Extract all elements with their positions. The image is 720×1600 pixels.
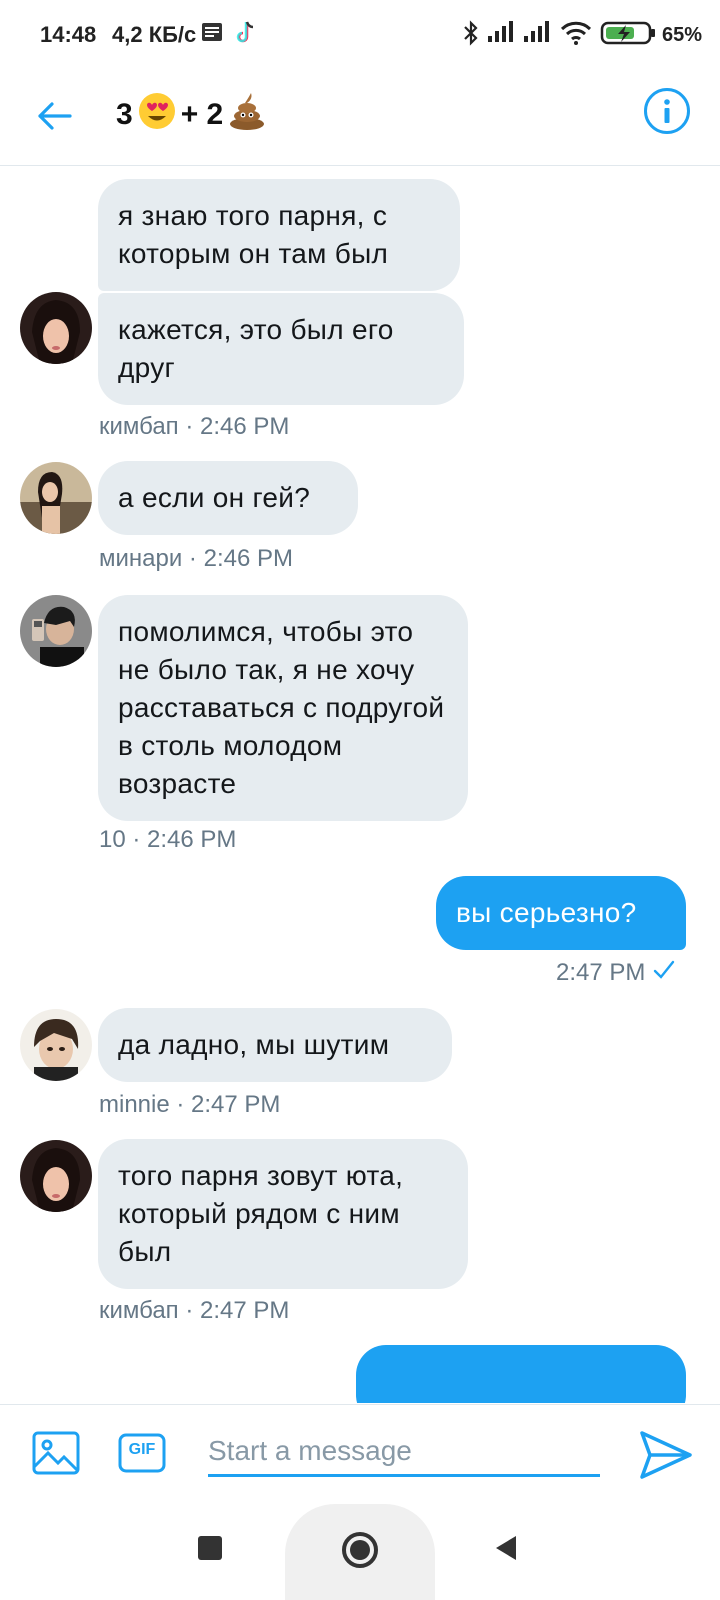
message-text: того парня зовут юта, который рядом с ни… xyxy=(118,1160,404,1267)
system-navigation-bar xyxy=(0,1504,720,1600)
title-plus-count: + 2 xyxy=(180,98,224,131)
add-gif-button[interactable]: GIF xyxy=(116,1427,168,1479)
message-composer: GIF xyxy=(0,1404,720,1504)
message-bubble-mine[interactable]: вы серьезно? xyxy=(436,876,686,950)
title-count: 3 xyxy=(116,98,133,131)
message-meta: minnie · 2:47 PM xyxy=(99,1091,281,1118)
image-icon xyxy=(32,1431,80,1475)
message-meta: кимбап · 2:47 PM xyxy=(99,1297,290,1324)
back-button[interactable] xyxy=(30,92,78,140)
arrow-left-icon xyxy=(38,102,72,130)
message-bubble[interactable]: того парня зовут юта, который рядом с ни… xyxy=(98,1139,468,1289)
avatar[interactable] xyxy=(20,1140,92,1212)
message-bubble[interactable]: помолимся, чтобы это не было так, я не х… xyxy=(98,595,468,821)
avatar[interactable] xyxy=(20,292,92,364)
message-time: 2:47 PM xyxy=(556,959,646,986)
info-button[interactable] xyxy=(644,88,690,134)
signal-icon-1 xyxy=(486,20,516,49)
message-meta: кимбап · 2:46 PM xyxy=(99,413,290,440)
gif-label: GIF xyxy=(128,1441,156,1458)
notification-icon xyxy=(200,20,224,49)
message-bubble[interactable]: я знаю того парня, с которым он там был xyxy=(98,179,460,291)
message-bubble-mine-partial[interactable] xyxy=(356,1345,686,1403)
battery-percent: 65% xyxy=(662,24,703,46)
message-list[interactable]: я знаю того парня, с которым он там был … xyxy=(0,167,720,1403)
conversation-header: 3 + 2 xyxy=(0,70,720,166)
home-dot-icon xyxy=(350,1540,370,1560)
avatar[interactable] xyxy=(20,1009,92,1081)
triangle-back-icon xyxy=(496,1536,516,1560)
message-text: вы серьезно? xyxy=(456,897,637,928)
recents-button[interactable] xyxy=(198,1536,222,1560)
back-nav-button[interactable] xyxy=(494,1534,518,1567)
heart-eyes-emoji-icon xyxy=(137,91,177,139)
wifi-icon xyxy=(560,20,592,51)
message-input[interactable] xyxy=(208,1431,600,1477)
message-meta: 2:47 PM xyxy=(556,959,676,988)
status-time: 14:48 xyxy=(40,22,97,47)
avatar[interactable] xyxy=(20,462,92,534)
message-text: кажется, это был его друг xyxy=(118,314,394,383)
message-bubble[interactable]: а если он гей? xyxy=(98,461,358,535)
status-bar: 14:48 4,2 КБ/с 65% xyxy=(0,0,720,70)
battery-icon xyxy=(600,20,658,51)
bluetooth-icon xyxy=(462,20,480,51)
check-icon xyxy=(652,959,676,988)
send-button[interactable] xyxy=(636,1425,696,1485)
message-bubble[interactable]: да ладно, мы шутим xyxy=(98,1008,452,1082)
poop-emoji-icon xyxy=(227,91,267,139)
message-text: я знаю того парня, с которым он там был xyxy=(118,200,389,269)
add-image-button[interactable] xyxy=(30,1427,82,1479)
message-bubble[interactable]: кажется, это был его друг xyxy=(98,293,464,405)
signal-icon-2 xyxy=(522,20,552,49)
message-meta: 10 · 2:46 PM xyxy=(99,826,237,853)
avatar[interactable] xyxy=(20,595,92,667)
tiktok-icon xyxy=(234,20,258,51)
info-icon xyxy=(664,99,670,123)
conversation-title[interactable]: 3 + 2 xyxy=(116,92,267,138)
status-network-speed: 4,2 КБ/с xyxy=(112,22,197,47)
message-text: а если он гей? xyxy=(118,482,311,513)
home-button[interactable] xyxy=(342,1532,378,1568)
message-meta: минари · 2:46 PM xyxy=(99,545,293,572)
send-icon xyxy=(640,1431,692,1479)
message-text: помолимся, чтобы это не было так, я не х… xyxy=(118,616,445,799)
message-text: да ладно, мы шутим xyxy=(118,1029,390,1060)
